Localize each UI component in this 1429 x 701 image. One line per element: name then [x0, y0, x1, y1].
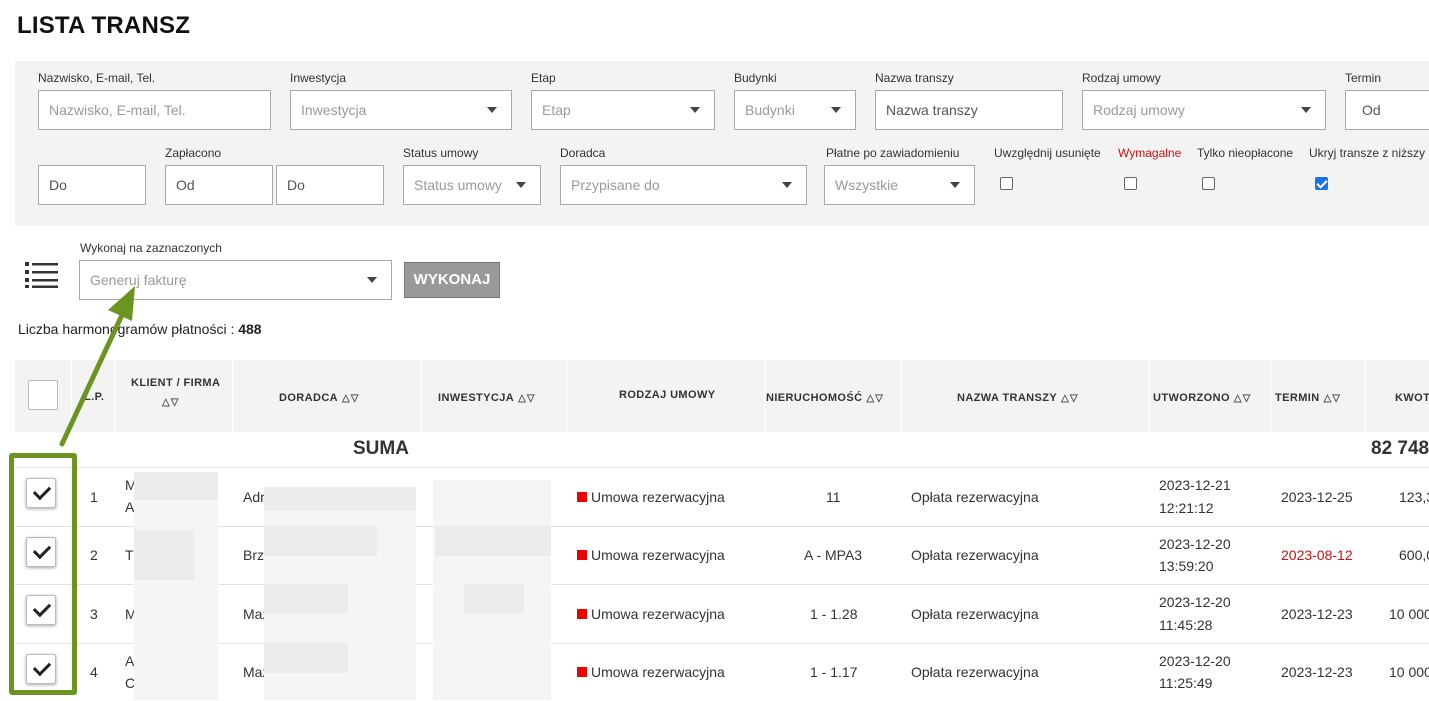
- annotation-arrow: [59, 286, 135, 447]
